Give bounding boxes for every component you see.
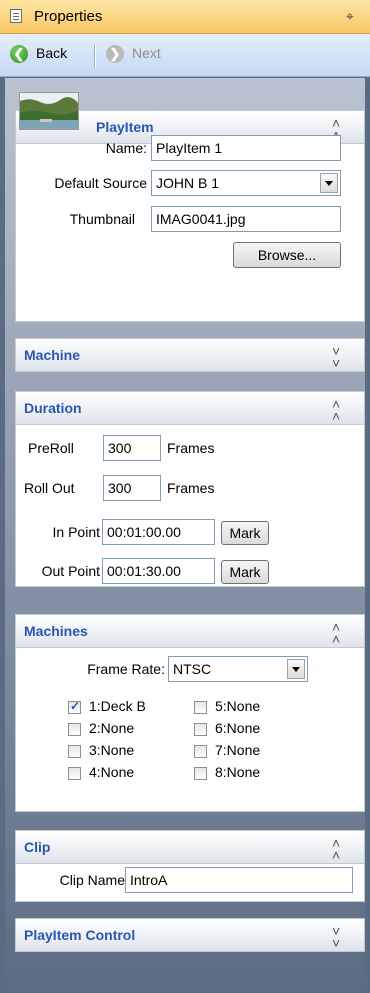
machine-3-label: 3:None — [89, 742, 135, 758]
machine-5-checkbox[interactable] — [194, 701, 207, 714]
rollout-field[interactable]: 300 — [103, 475, 161, 501]
preroll-field-value: 300 — [108, 440, 132, 456]
collapse-icon[interactable]: ˄˄ — [332, 836, 340, 862]
machine-1-label: 1:Deck B — [89, 698, 146, 714]
outpoint-field[interactable]: 00:01:30.00 — [102, 558, 215, 584]
machine-6-checkbox[interactable] — [194, 723, 207, 736]
clip-header-title: Clip — [24, 839, 51, 855]
browse-button[interactable]: Browse... — [233, 242, 341, 268]
machine-4-label: 4:None — [89, 764, 135, 780]
machine-3-checkbox[interactable] — [68, 745, 81, 758]
framerate-select[interactable]: NTSC — [168, 656, 308, 682]
playitem-header-title: PlayItem — [96, 119, 154, 135]
rollout-label: Roll Out — [24, 480, 75, 496]
playitem-control-header-title: PlayItem Control — [24, 927, 136, 943]
panel-title: Properties — [34, 8, 103, 25]
collapse-icon[interactable]: ˄˄ — [332, 397, 340, 423]
next-button[interactable]: ❯ Next — [106, 43, 176, 67]
thumbnail-field[interactable]: IMAG0041.jpg — [151, 206, 341, 232]
thumbnail-field-value: IMAG0041.jpg — [156, 211, 246, 227]
machines-header-title: Machines — [24, 623, 88, 639]
name-label: Name: — [105, 140, 147, 156]
machine-7-checkbox[interactable] — [194, 745, 207, 758]
clip-name-field-value: IntroA — [130, 872, 168, 888]
chevron-down-icon[interactable] — [287, 659, 305, 679]
name-field[interactable]: PlayItem 1 — [151, 135, 341, 161]
nav-toolbar: ❮ Back ❯ Next — [0, 34, 370, 77]
machine-8-label: 8:None — [215, 764, 261, 780]
inpoint-mark-button[interactable]: Mark — [221, 521, 269, 545]
outpoint-label: Out Point — [41, 563, 100, 579]
playitem-thumbnail-image — [19, 92, 79, 130]
default-source-label: Default Source — [54, 175, 147, 191]
machine-4-checkbox[interactable] — [68, 767, 81, 780]
duration-header[interactable]: Duration ˄ ˄ — [15, 391, 365, 425]
machines-header[interactable]: Machines ˄ ˄ — [15, 614, 365, 648]
machine-8-checkbox[interactable] — [194, 767, 207, 780]
rollout-unit: Frames — [167, 480, 215, 496]
clip-header[interactable]: Clip ˄ ˄ — [15, 830, 365, 864]
default-source-select[interactable]: JOHN B 1 — [151, 170, 341, 196]
inpoint-field-value: 00:01:00.00 — [107, 524, 181, 540]
default-source-value: JOHN B 1 — [156, 175, 220, 191]
next-label: Next — [132, 45, 161, 61]
clip-name-label: Clip Name — [59, 872, 125, 888]
expand-icon[interactable]: ˅ ˅ — [332, 924, 340, 950]
clip-name-field[interactable]: IntroA — [125, 867, 353, 893]
next-arrow-icon: ❯ — [106, 45, 124, 63]
framerate-value: NTSC — [173, 661, 212, 677]
rollout-field-value: 300 — [108, 480, 132, 496]
thumbnail-label: Thumbnail — [69, 211, 135, 227]
name-field-value: PlayItem 1 — [156, 140, 223, 156]
panel-titlebar: Properties ⌖ — [0, 0, 370, 34]
preroll-label: PreRoll — [28, 440, 74, 456]
framerate-label: Frame Rate: — [87, 661, 165, 677]
pin-icon[interactable]: ⌖ — [346, 8, 354, 25]
machine-5-label: 5:None — [215, 698, 261, 714]
document-icon — [10, 9, 22, 23]
duration-header-title: Duration — [24, 400, 82, 416]
chevron-down-icon[interactable] — [320, 173, 338, 193]
preroll-field[interactable]: 300 — [103, 435, 161, 461]
toolbar-separator — [94, 44, 96, 68]
machine-2-label: 2:None — [89, 720, 135, 736]
outpoint-field-value: 00:01:30.00 — [107, 563, 181, 579]
machine-1-checkbox[interactable] — [68, 699, 81, 714]
machine-6-label: 6:None — [215, 720, 261, 736]
back-label: Back — [36, 45, 68, 61]
outpoint-mark-button[interactable]: Mark — [221, 560, 269, 584]
back-button[interactable]: ❮ Back — [10, 43, 85, 67]
properties-content: PlayItem ˄˄ Name: PlayItem 1 Default Sou… — [5, 78, 365, 993]
back-arrow-icon: ❮ — [10, 45, 28, 63]
machine-header[interactable]: Machine ˅ ˅ — [15, 338, 365, 372]
collapse-icon[interactable]: ˄˄ — [332, 620, 340, 646]
preroll-unit: Frames — [167, 440, 215, 456]
machine-7-label: 7:None — [215, 742, 261, 758]
machine-2-checkbox[interactable] — [68, 723, 81, 736]
inpoint-field[interactable]: 00:01:00.00 — [102, 519, 215, 545]
expand-icon[interactable]: ˅ ˅ — [332, 344, 340, 370]
machine-header-title: Machine — [24, 347, 81, 363]
playitem-control-header[interactable]: PlayItem Control ˅ ˅ — [15, 918, 365, 952]
inpoint-label: In Point — [52, 524, 100, 540]
